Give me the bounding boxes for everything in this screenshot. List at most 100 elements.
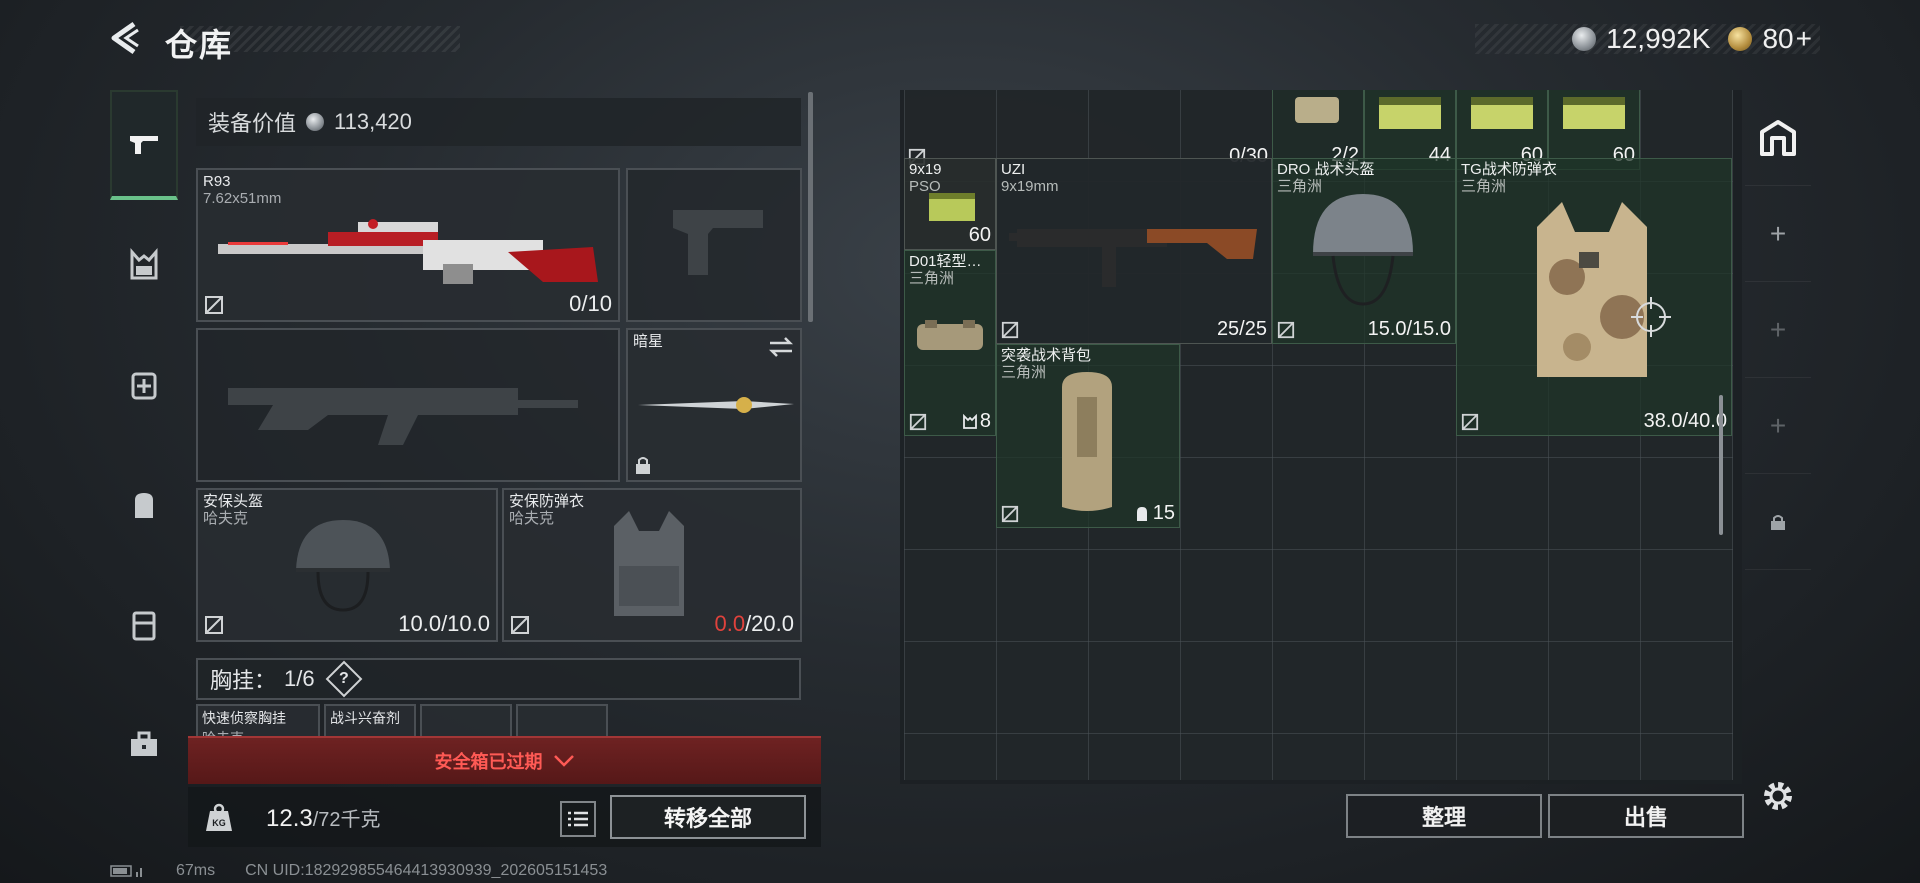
stash-item-dro-helmet[interactable]: DRO 战术头盔 三角洲 15.0/15.0 (1272, 158, 1456, 344)
melee-slot[interactable]: 暗星 (626, 328, 802, 482)
list-view-button[interactable] (560, 801, 596, 837)
secondary-weapon-slot[interactable] (196, 328, 620, 482)
no-trade-icon (1001, 505, 1019, 523)
equipment-scrollbar[interactable] (808, 92, 813, 322)
chevron-down-icon (553, 755, 574, 767)
weapon-name: R93 (203, 173, 231, 190)
armor-slot[interactable]: 安保防弹衣 哈夫克 0.0/20.0 (502, 488, 802, 642)
no-trade-icon (511, 616, 529, 634)
item-name: TG战术防弹衣 (1461, 161, 1557, 178)
item-name: 突袭战术背包 (1001, 347, 1092, 364)
armor-maker: 哈夫克 (509, 510, 555, 527)
safe-box-expired-banner[interactable]: 安全箱已过期 (188, 736, 821, 784)
chest-rig-bar: 胸挂： 1/6 ? (196, 658, 801, 700)
item-count: 15.0/15.0 (1367, 318, 1451, 340)
item-sub: 三角洲 (1001, 364, 1047, 381)
item-name: DRO 战术头盔 (1277, 161, 1375, 178)
stash-scrollbar[interactable] (1719, 395, 1723, 535)
tab-stash-add-1[interactable]: + (1745, 186, 1811, 282)
item-sub: 三角洲 (909, 270, 955, 287)
back-arrow-icon[interactable] (108, 20, 144, 56)
item-count: 60 (968, 224, 991, 246)
stash-item-backpack[interactable]: 突袭战术背包 三角洲 15 (996, 344, 1180, 528)
chest-rig-image (917, 320, 983, 350)
uid-readout: CN UID:18292985546441393093​9_2026051514… (245, 862, 608, 879)
weight-bar: KG 12.3/72千克 转移全部 (188, 787, 821, 847)
page-title: 仓库 (165, 27, 234, 63)
tab-container[interactable] (110, 570, 178, 680)
stash-item-d01-rig[interactable]: D01轻型… 三角洲 8 (904, 250, 996, 436)
pouch-image (1295, 97, 1339, 123)
backpack-capacity-icon (1136, 506, 1147, 521)
chest-rig-icon (130, 248, 158, 280)
armor-durability-current: 0.0 (714, 611, 746, 636)
helmet-slot[interactable]: 安保头盔 哈夫克 10.0/10.0 (196, 488, 498, 642)
equipment-value: 113,420 (334, 109, 412, 134)
sort-button[interactable]: 整理 (1346, 794, 1542, 838)
knife-image (638, 397, 794, 413)
rig-capacity-icon (962, 413, 977, 429)
weight-icon: KG (206, 803, 232, 831)
settings-gear-icon[interactable] (1760, 778, 1796, 814)
helmet-maker: 哈夫克 (203, 510, 249, 527)
target-icon (1631, 297, 1671, 337)
equipment-tabs (110, 90, 178, 825)
tab-medical[interactable] (110, 330, 178, 440)
tab-toolbox[interactable] (110, 690, 178, 800)
stash-item-9x19-ammo[interactable]: 9x19 PSO 60 (904, 158, 996, 250)
lock-icon (1771, 514, 1785, 530)
stash-grid[interactable]: 0/30 2/2 44 60 60 9x19 PSO 60 UZI 9x19mm… (904, 90, 1733, 780)
backpack-image (1062, 372, 1112, 511)
add-currency-button[interactable]: + (1796, 23, 1812, 55)
equipment-value-bar: 装备价值 113,420 (196, 98, 801, 146)
tab-stash-locked[interactable] (1745, 474, 1811, 570)
weight-readout: 12.3/72千克 (266, 803, 381, 833)
no-trade-icon (205, 296, 223, 314)
sell-button[interactable]: 出售 (1548, 794, 1744, 838)
weapon-ammo-count: 0/10 (569, 291, 612, 316)
pistol-icon (130, 136, 158, 154)
no-trade-icon (1461, 413, 1479, 431)
armor-vest-image (614, 511, 684, 616)
item-name: D01轻型… (909, 253, 982, 270)
item-count: 15 (1135, 502, 1175, 525)
ammo-box-image (1471, 97, 1533, 129)
item-name: UZI (1001, 161, 1026, 178)
ammo-box-image (929, 193, 975, 221)
tab-rig[interactable] (110, 210, 178, 320)
helmet-image (296, 520, 390, 612)
weight-current: 12.3 (266, 805, 313, 832)
item-count: 8 (962, 410, 991, 433)
tab-stash-main[interactable] (1745, 90, 1811, 186)
tab-backpack[interactable] (110, 450, 178, 560)
tab-weapons[interactable] (110, 90, 178, 200)
stash-panel: 0/30 2/2 44 60 60 9x19 PSO 60 UZI 9x19mm… (900, 90, 1744, 838)
tab-stash-add-3[interactable]: + (1745, 378, 1811, 474)
swap-icon[interactable] (768, 336, 794, 358)
help-icon[interactable]: ? (325, 660, 362, 698)
currency-secondary: 80 (1762, 23, 1794, 54)
list-icon (568, 811, 588, 827)
chest-rig-label: 胸挂： (210, 668, 277, 693)
stash-page-tabs: + + + (1745, 90, 1811, 590)
stash-item-tg-armor[interactable]: TG战术防弹衣 三角洲 38.0/40.0 (1456, 158, 1732, 436)
smg-image (1009, 229, 1257, 287)
stash-home-icon (1760, 119, 1796, 156)
transfer-all-button[interactable]: 转移全部 (610, 795, 806, 839)
stash-item-uzi[interactable]: UZI 9x19mm 25/25 (996, 158, 1272, 344)
item-count: 25/25 (1216, 318, 1267, 340)
currency-primary: 12,992K (1606, 23, 1711, 54)
helmet-name: 安保头盔 (203, 493, 264, 510)
tab-stash-add-2[interactable]: + (1745, 282, 1811, 378)
item-count: 38.0/40.0 (1643, 410, 1727, 432)
chest-rig-count: 1/6 (284, 666, 315, 691)
ammo-box-image (1379, 97, 1441, 129)
silver-coin-icon (306, 113, 325, 131)
gold-coin-icon (1728, 27, 1753, 51)
equipment-value-label: 装备价值 (208, 111, 297, 136)
equipment-panel: 装备价值 113,420 R93 7.62x51mm 0/10 暗星 安保头盔 … (188, 92, 821, 862)
sidearm-slot[interactable] (626, 168, 802, 322)
lock-icon (636, 457, 650, 474)
battery-signal-icon (110, 865, 142, 877)
primary-weapon-slot[interactable]: R93 7.62x51mm 0/10 (196, 168, 620, 322)
